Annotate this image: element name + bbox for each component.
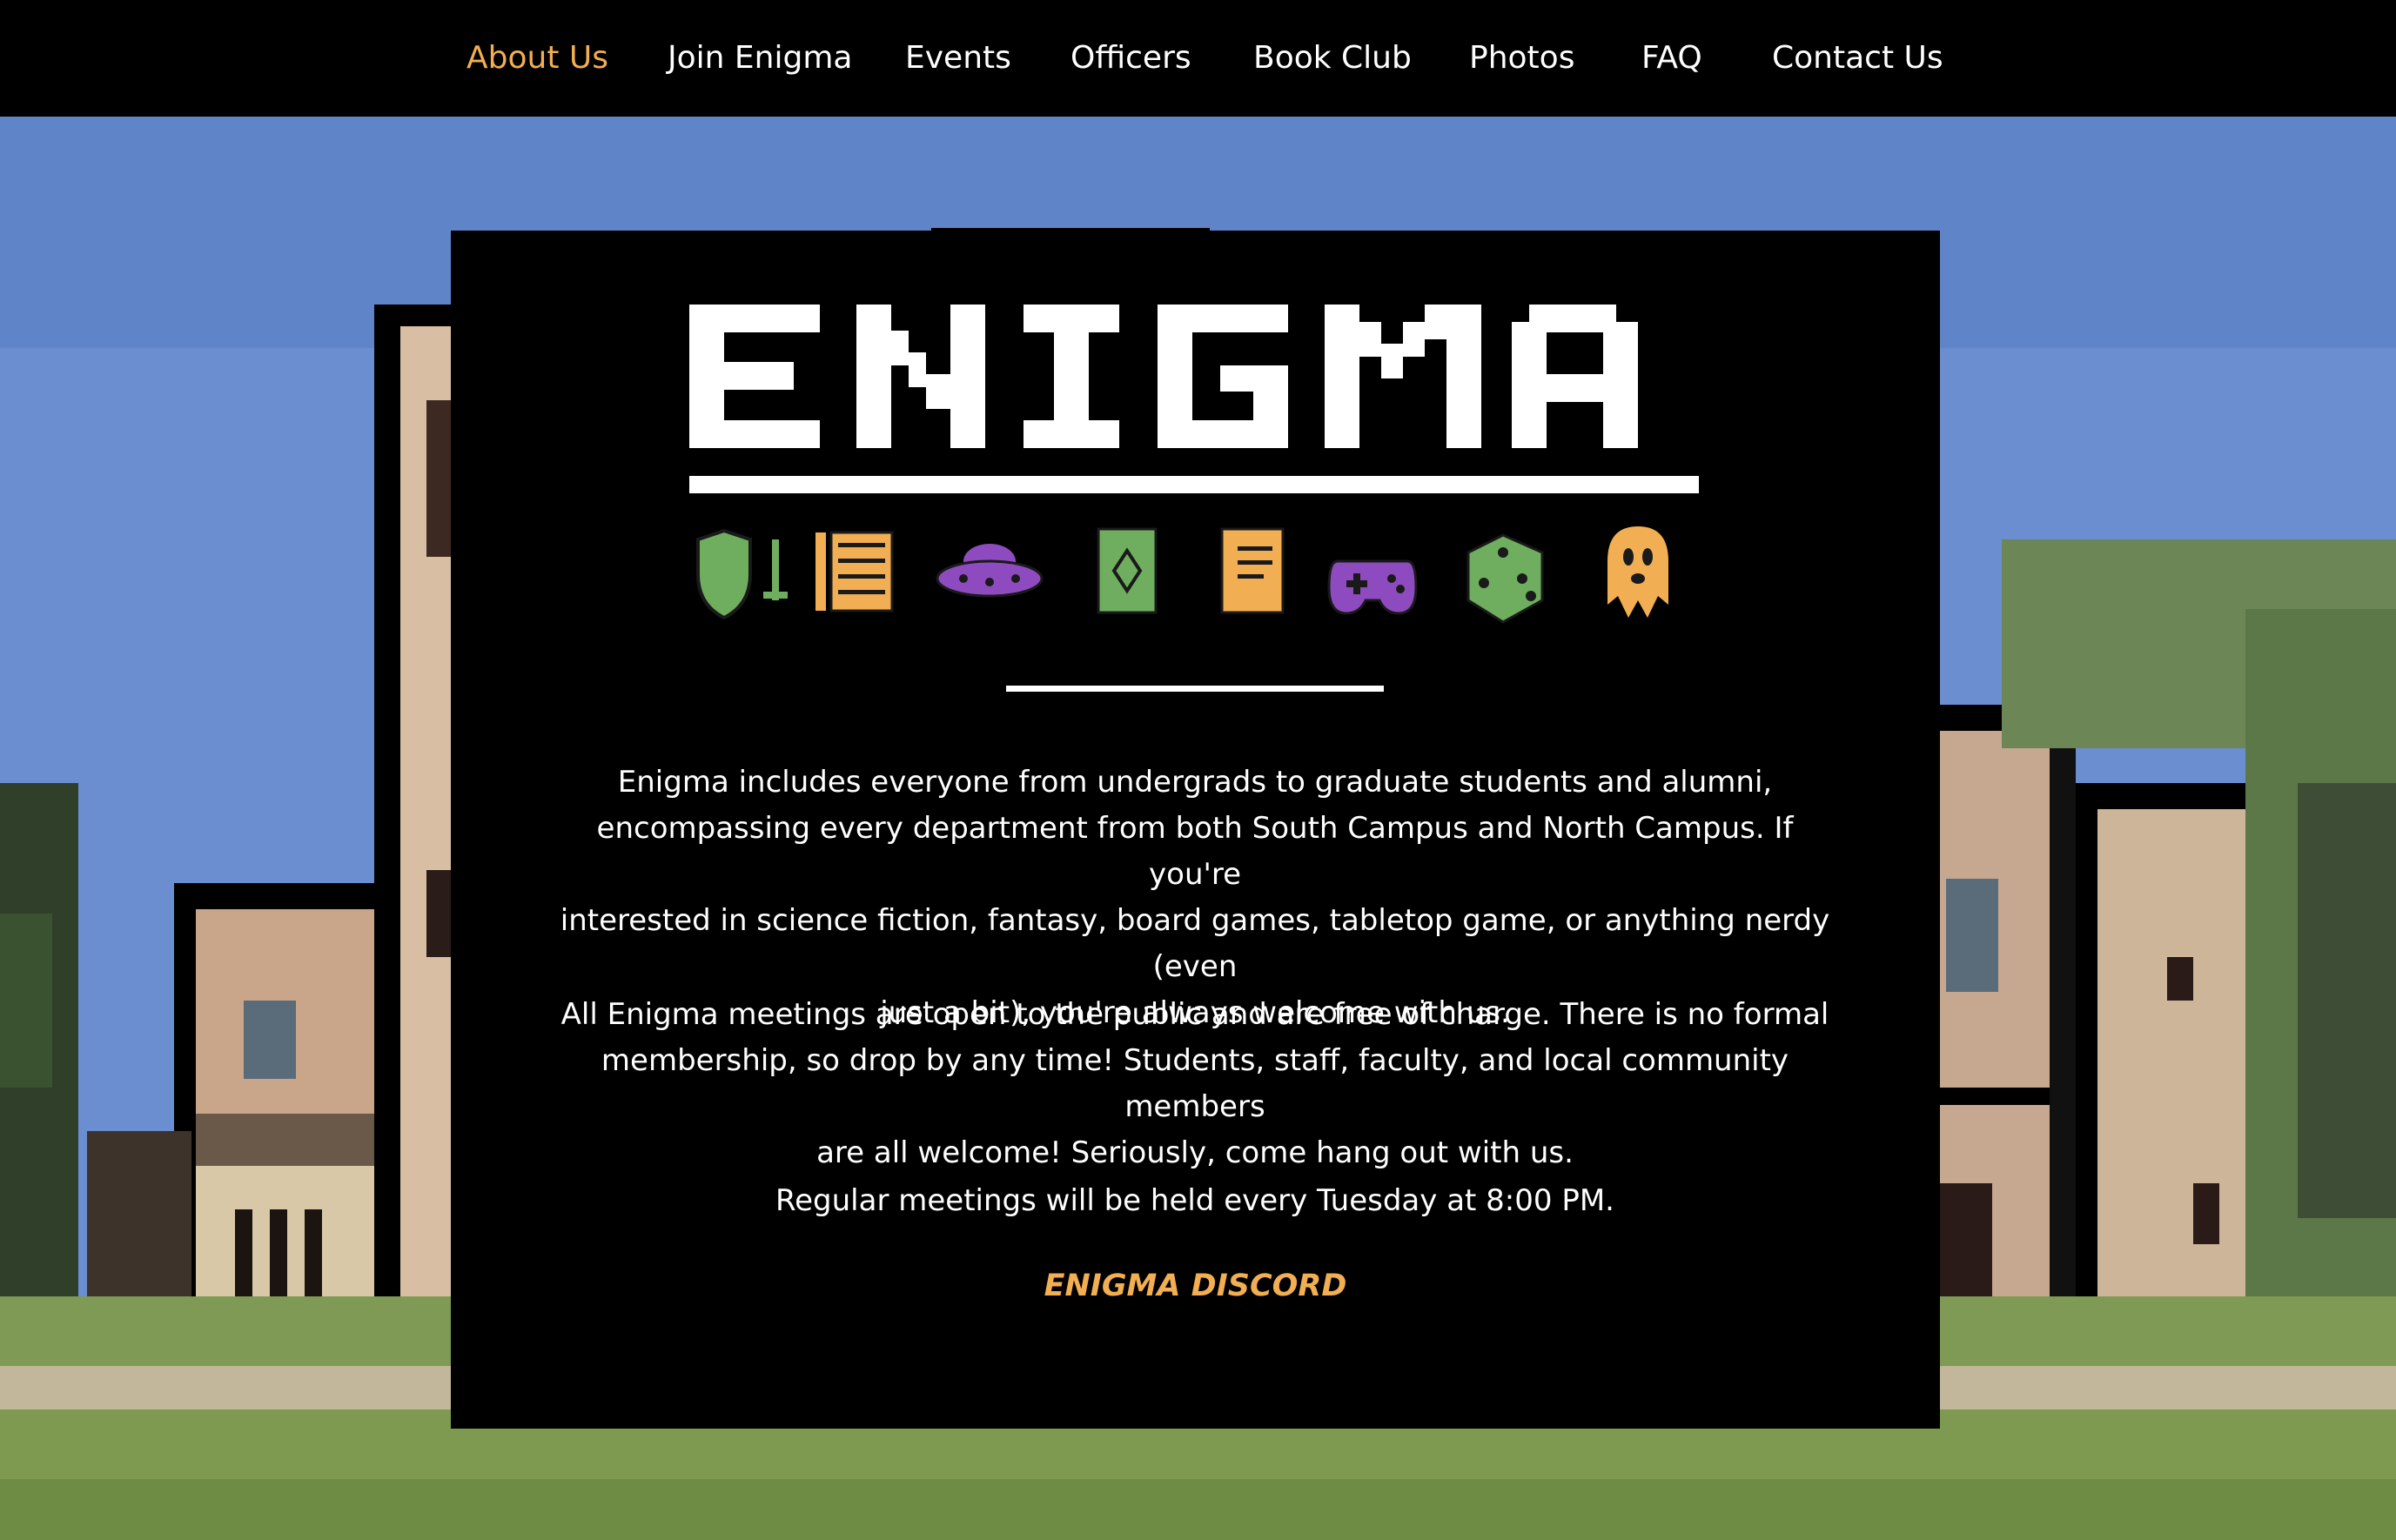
logo-wordmark bbox=[689, 305, 1638, 448]
dice-icon bbox=[1466, 533, 1544, 624]
discord-link[interactable]: ENIGMA DISCORD bbox=[451, 1269, 1940, 1303]
meetings-line: All Enigma meetings are open to the publ… bbox=[560, 997, 1829, 1032]
nav-photos[interactable]: Photos bbox=[1469, 0, 1574, 117]
meetings-line: are all welcome! Seriously, come hang ou… bbox=[816, 1135, 1574, 1170]
gamepad-icon bbox=[1327, 559, 1418, 615]
notebook-icon bbox=[815, 531, 894, 613]
meetings-line: membership, so drop by any time! Student… bbox=[601, 1043, 1789, 1124]
nav-join-enigma[interactable]: Join Enigma bbox=[668, 0, 852, 117]
intro-line: interested in science fiction, fantasy, … bbox=[560, 903, 1830, 984]
top-nav: About Us Join Enigma Events Officers Boo… bbox=[0, 0, 2396, 117]
schedule-line: Regular meetings will be held every Tues… bbox=[775, 1183, 1614, 1218]
nav-about-us[interactable]: About Us bbox=[466, 0, 608, 117]
about-panel: Enigma includes everyone from undergrads… bbox=[451, 231, 1940, 1429]
nav-faq[interactable]: FAQ bbox=[1641, 0, 1702, 117]
ufo-icon bbox=[936, 544, 1044, 598]
nav-contact-us[interactable]: Contact Us bbox=[1772, 0, 1943, 117]
schedule-paragraph: Regular meetings will be held every Tues… bbox=[547, 1178, 1843, 1224]
enigma-logo bbox=[689, 305, 1699, 740]
nav-events[interactable]: Events bbox=[905, 0, 1011, 117]
ghost-icon bbox=[1607, 526, 1668, 618]
section-divider bbox=[1006, 686, 1384, 692]
nav-book-club[interactable]: Book Club bbox=[1253, 0, 1412, 117]
nav-officers[interactable]: Officers bbox=[1070, 0, 1191, 117]
playing-card-icon bbox=[1097, 527, 1158, 614]
book-icon bbox=[1220, 527, 1285, 614]
meetings-paragraph: All Enigma meetings are open to the publ… bbox=[547, 992, 1843, 1176]
shield-sword-icon bbox=[696, 528, 788, 620]
intro-line: encompassing every department from both … bbox=[596, 811, 1794, 892]
intro-line: Enigma includes everyone from undergrads… bbox=[617, 765, 1773, 800]
